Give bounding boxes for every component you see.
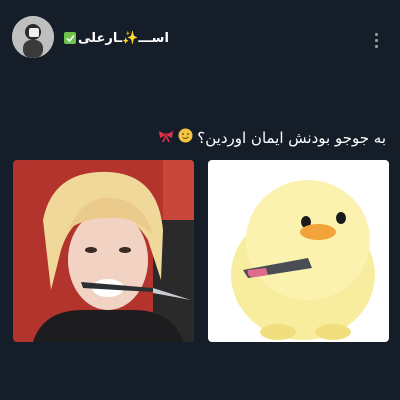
media-left-photo[interactable] bbox=[13, 160, 194, 342]
ribbon-emoji-icon bbox=[158, 128, 174, 147]
author-name-row[interactable]: اســـ✨ـارعلی bbox=[64, 28, 169, 48]
more-options-icon[interactable] bbox=[371, 31, 382, 50]
post-caption: به جوجو بودنش ایمان اوردین؟ bbox=[197, 128, 386, 147]
smiling-face-emoji-icon bbox=[178, 128, 193, 147]
post-frame: اســـ✨ـارعلی به جوجو بودنش ایمان اوردین؟ bbox=[0, 0, 400, 400]
author-name: اســـ✨ـارعلی bbox=[78, 30, 169, 46]
verified-icon bbox=[64, 32, 76, 44]
caption-row: به جوجو بودنش ایمان اوردین؟ bbox=[158, 128, 386, 147]
media-right-photo[interactable] bbox=[208, 160, 389, 342]
avatar[interactable] bbox=[12, 16, 54, 58]
